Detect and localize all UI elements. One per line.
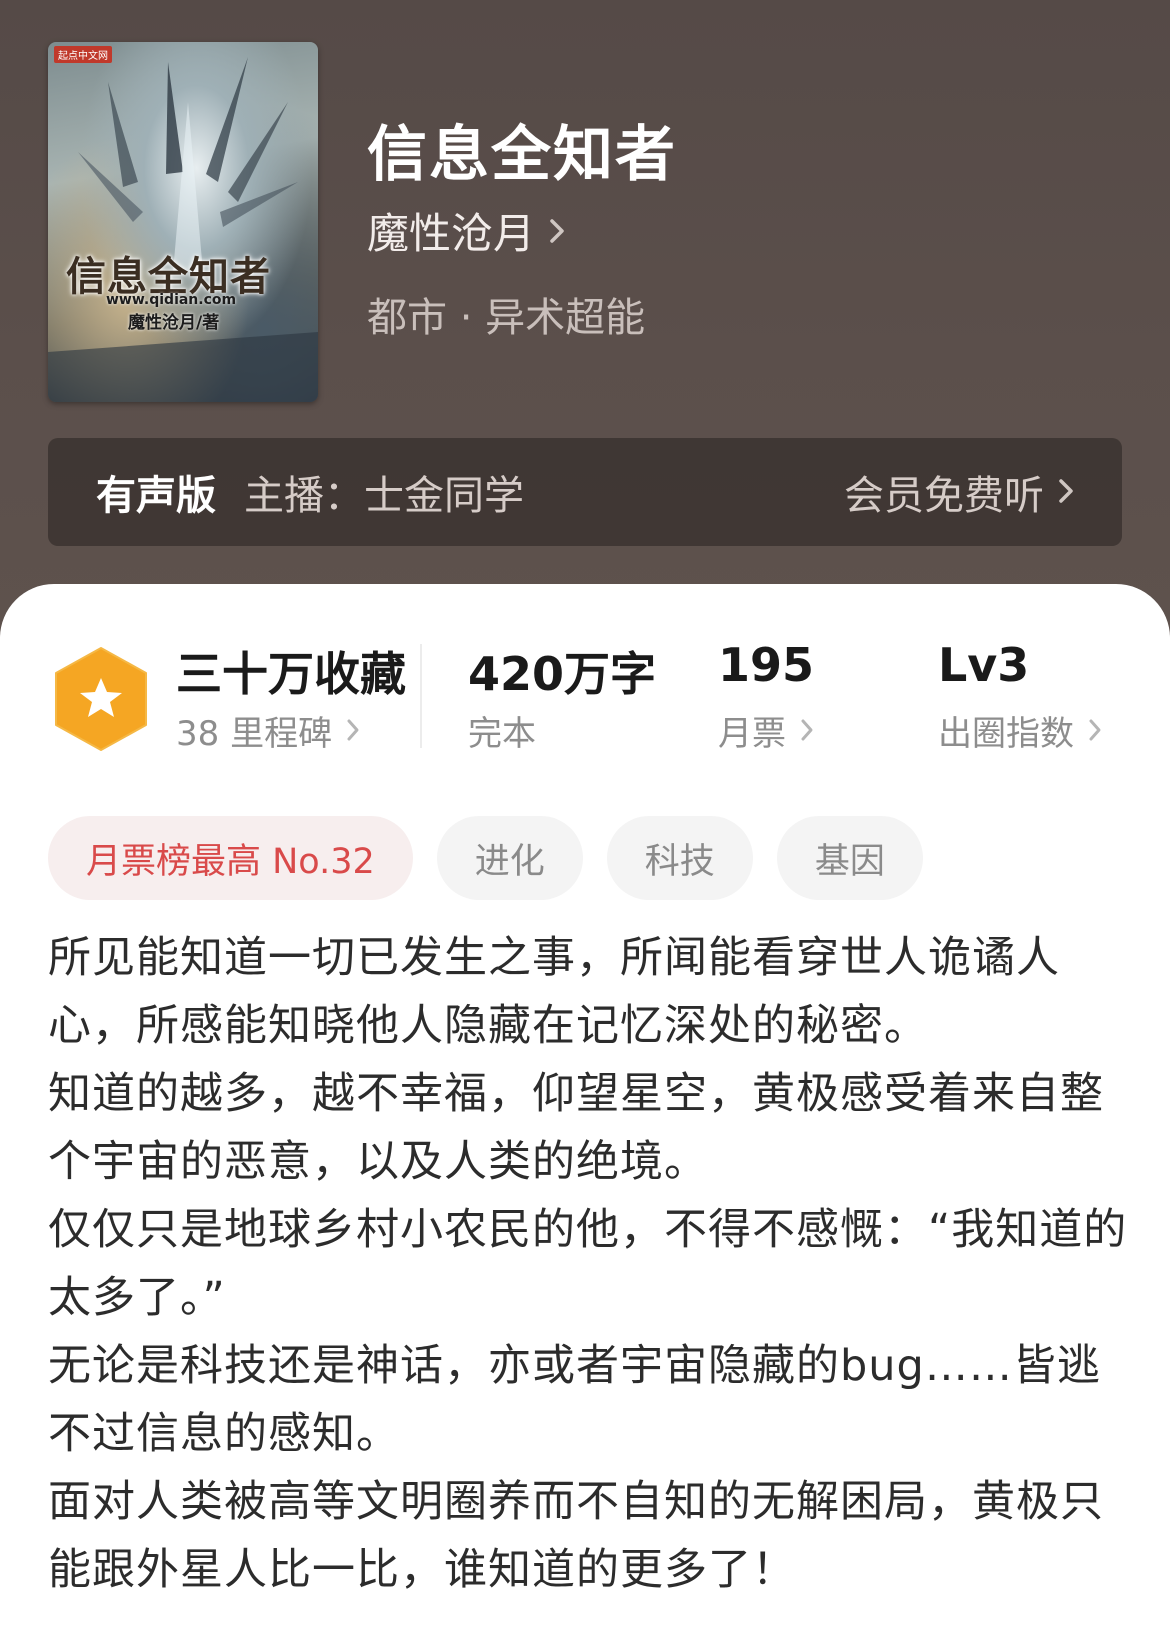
author-link[interactable]: 魔性沧月	[367, 205, 565, 258]
chevron-right-icon	[549, 206, 565, 255]
tag-ranking[interactable]: 月票榜最高 No.32	[48, 816, 413, 900]
cover-publisher: 起点中文网	[54, 46, 112, 63]
cover-url: www.qidian.com	[106, 292, 237, 308]
audio-cta-label: 会员免费听	[844, 473, 1044, 519]
book-detail-card: 三十万收藏 38 里程碑 420万字 完本 195 月票 Lv3 出圈指数 月票…	[0, 584, 1170, 1626]
chevron-right-icon	[346, 711, 360, 751]
milestones-link[interactable]: 38 里程碑	[176, 706, 360, 755]
author-name: 魔性沧月	[367, 208, 536, 258]
influence-level: Lv3	[938, 638, 1030, 692]
stats-row: 三十万收藏 38 里程碑 420万字 完本 195 月票 Lv3 出圈指数	[0, 638, 1170, 764]
book-genre[interactable]: 都市 · 异术超能	[367, 285, 645, 343]
word-count: 420万字	[468, 647, 657, 701]
tag-list: 月票榜最高 No.32 进化 科技 基因	[48, 816, 923, 900]
influence-index-label: 出圈指数	[938, 714, 1074, 754]
audio-tag: 有声版	[96, 473, 216, 519]
description-paragraph: 知道的越多，越不幸福，仰望星空，黄极感受着来自整个宇宙的恶意，以及人类的绝境。	[48, 1069, 1104, 1187]
completion-status: 完本	[468, 714, 536, 754]
audio-listen-button[interactable]: 会员免费听	[844, 463, 1074, 521]
collections-count: 三十万收藏	[176, 647, 406, 701]
milestones-label: 38 里程碑	[176, 714, 333, 754]
description-paragraph: 所见能知道一切已发生之事，所闻能看穿世人诡谲人心，所感能知晓他人隐藏在记忆深处的…	[48, 933, 1060, 1051]
chevron-right-icon	[1058, 469, 1074, 515]
audio-host: 主播：士金同学	[244, 473, 524, 519]
chevron-right-icon	[1088, 711, 1102, 751]
monthly-tickets-count: 195	[718, 638, 815, 692]
description-paragraph: 仅仅只是地球乡村小农民的他，不得不感慨：“我知道的太多了。”	[48, 1205, 1128, 1323]
book-title: 信息全知者	[367, 120, 677, 190]
tag-evolution[interactable]: 进化	[436, 816, 583, 900]
stats-divider	[420, 644, 422, 748]
book-description[interactable]: 所见能知道一切已发生之事，所闻能看穿世人诡谲人心，所感能知晓他人隐藏在记忆深处的…	[48, 924, 1128, 1604]
tag-technology[interactable]: 科技	[606, 816, 753, 900]
book-cover[interactable]: 起点中文网 信息全知者 www.qidian.com 魔性沧月/著	[48, 42, 318, 402]
monthly-tickets-link[interactable]: 月票	[718, 706, 814, 755]
cover-author: 魔性沧月/著	[128, 313, 220, 333]
chevron-right-icon	[800, 711, 814, 751]
description-paragraph: 无论是科技还是神话，亦或者宇宙隐藏的bug……皆逃不过信息的感知。	[48, 1341, 1101, 1459]
monthly-tickets-label: 月票	[718, 714, 786, 754]
tag-gene[interactable]: 基因	[776, 816, 923, 900]
cover-art	[48, 57, 318, 402]
book-header: 起点中文网 信息全知者 www.qidian.com 魔性沧月/著 信息全知者 …	[0, 0, 1170, 640]
star-hexagon-icon	[55, 647, 147, 751]
audio-version-bar[interactable]: 有声版 主播：士金同学 会员免费听	[48, 438, 1122, 546]
influence-index-link[interactable]: 出圈指数	[938, 706, 1102, 755]
description-paragraph: 面对人类被高等文明圈养而不自知的无解困局，黄极只能跟外星人比一比，谁知道的更多了…	[48, 1477, 1104, 1595]
